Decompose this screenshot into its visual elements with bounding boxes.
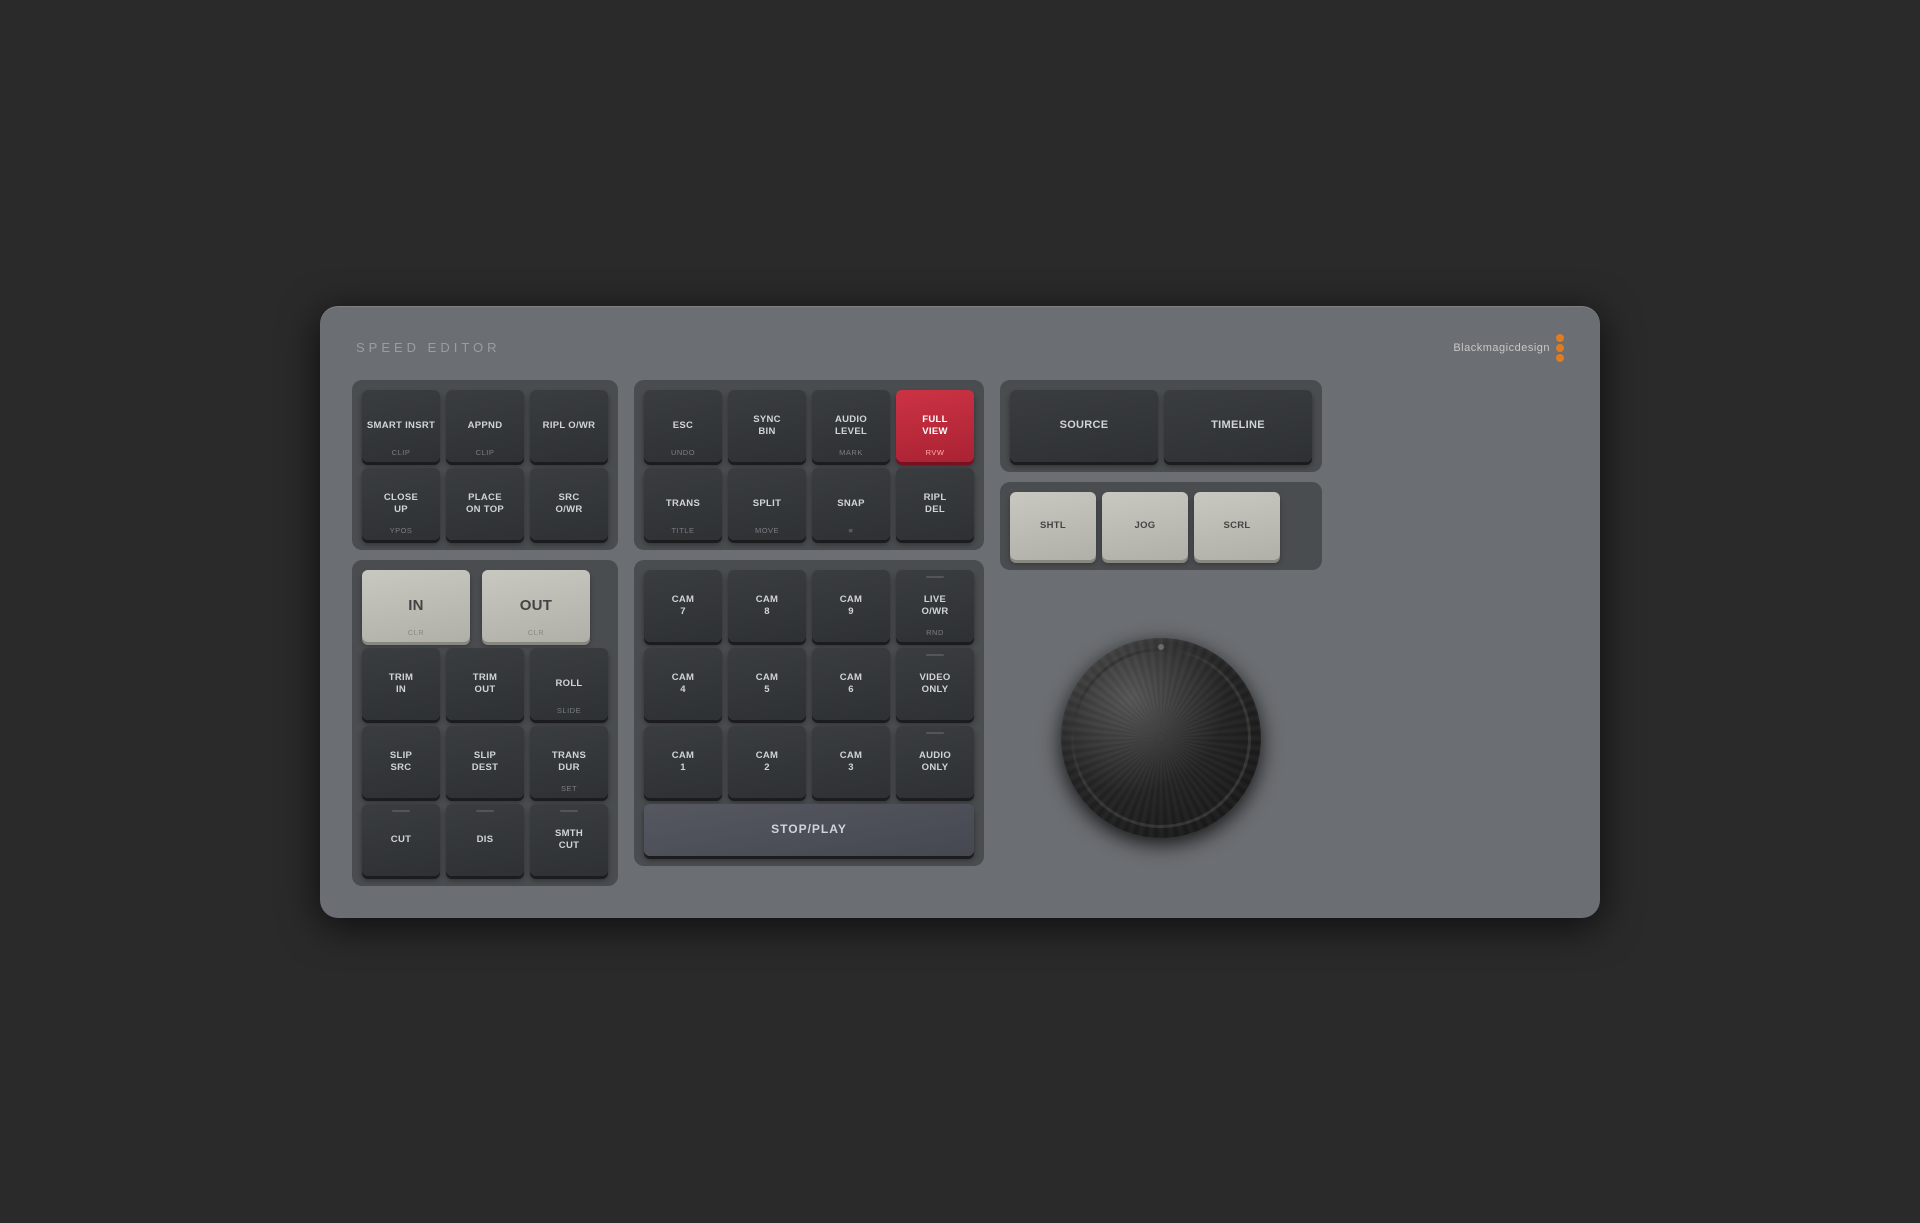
appnd-key[interactable]: APPND CLIP [446, 390, 524, 462]
row-in-out: IN CLR OUT CLR [362, 570, 608, 642]
left-cluster: SMART INSRT CLIP APPND CLIP RIPL O/WR CL… [352, 380, 618, 886]
row-topleft-2: CLOSEUP YPOS PLACEON TOP SRCO/WR [362, 468, 608, 540]
jog-wheel-indicator [1158, 644, 1164, 650]
device-header: SPEED EDITOR Blackmagicdesign [352, 334, 1568, 362]
key-group-topmid: ESC UNDO SYNCBIN AUDIOLEVEL MARK FULLVIE… [634, 380, 984, 550]
row-topmid-2: TRANS TITLE SPLIT MOVE SNAP ≡ RIPLDEL [644, 468, 974, 540]
sync-bin-key[interactable]: SYNCBIN [728, 390, 806, 462]
out-key[interactable]: OUT CLR [482, 570, 590, 642]
ripl-del-key[interactable]: RIPLDEL [896, 468, 974, 540]
row-cam-123: CAM1 CAM2 CAM3 AUDIOONLY [644, 726, 974, 798]
audio-only-key[interactable]: AUDIOONLY [896, 726, 974, 798]
key-group-botmid: CAM7 CAM8 CAM9 LIVEO/WR RND CAM4 [634, 560, 984, 866]
trans-dur-key[interactable]: TRANSDUR SET [530, 726, 608, 798]
main-layout: SMART INSRT CLIP APPND CLIP RIPL O/WR CL… [352, 380, 1568, 886]
jog-key[interactable]: JOG [1102, 492, 1188, 560]
brand-name: Blackmagicdesign [1453, 342, 1550, 354]
timeline-key[interactable]: TIMELINE [1164, 390, 1312, 462]
jog-wheel-container [1000, 590, 1322, 886]
slip-dest-key[interactable]: SLIPDEST [446, 726, 524, 798]
video-only-key[interactable]: VIDEOONLY [896, 648, 974, 720]
row-trim: TRIMIN TRIMOUT ROLL SLIDE [362, 648, 608, 720]
row-cam-456: CAM4 CAM5 CAM6 VIDEOONLY [644, 648, 974, 720]
cut-key[interactable]: CUT [362, 804, 440, 876]
key-group-bottomleft: IN CLR OUT CLR TRIMIN TRIMOUT [352, 560, 618, 886]
scrl-key[interactable]: SCRL [1194, 492, 1280, 560]
row-topmid-1: ESC UNDO SYNCBIN AUDIOLEVEL MARK FULLVIE… [644, 390, 974, 462]
stop-play-key[interactable]: STOP/PLAY [644, 804, 974, 856]
snap-key[interactable]: SNAP ≡ [812, 468, 890, 540]
brand-dot-3 [1556, 354, 1564, 362]
source-key[interactable]: SOURCE [1010, 390, 1158, 462]
live-owr-key[interactable]: LIVEO/WR RND [896, 570, 974, 642]
key-group-jog: SHTL JOG SCRL [1000, 482, 1322, 570]
jog-wheel[interactable] [1061, 638, 1261, 838]
src-owr-key[interactable]: SRCO/WR [530, 468, 608, 540]
right-cluster: SOURCE TIMELINE SHTL JOG [1000, 380, 1322, 886]
row-slip: SLIPSRC SLIPDEST TRANSDUR SET [362, 726, 608, 798]
brand-dot-1 [1556, 334, 1564, 342]
cam7-key[interactable]: CAM7 [644, 570, 722, 642]
trim-in-key[interactable]: TRIMIN [362, 648, 440, 720]
device-title: SPEED EDITOR [356, 340, 501, 355]
row-shtl-jog-scrl: SHTL JOG SCRL [1010, 492, 1312, 560]
ripl-owr-key[interactable]: RIPL O/WR [530, 390, 608, 462]
row-source-timeline: SOURCE TIMELINE [1010, 390, 1312, 462]
trim-out-key[interactable]: TRIMOUT [446, 648, 524, 720]
row-topleft-1: SMART INSRT CLIP APPND CLIP RIPL O/WR [362, 390, 608, 462]
brand-logo: Blackmagicdesign [1453, 334, 1564, 362]
smart-insrt-key[interactable]: SMART INSRT CLIP [362, 390, 440, 462]
cam1-key[interactable]: CAM1 [644, 726, 722, 798]
close-up-key[interactable]: CLOSEUP YPOS [362, 468, 440, 540]
full-view-key[interactable]: FULLVIEW RVW [896, 390, 974, 462]
brand-dots [1556, 334, 1564, 362]
split-key[interactable]: SPLIT MOVE [728, 468, 806, 540]
row-cut: CUT DIS SMTHCUT [362, 804, 608, 876]
row-cam-789: CAM7 CAM8 CAM9 LIVEO/WR RND [644, 570, 974, 642]
dis-key[interactable]: DIS [446, 804, 524, 876]
cam4-key[interactable]: CAM4 [644, 648, 722, 720]
cam8-key[interactable]: CAM8 [728, 570, 806, 642]
middle-cluster: ESC UNDO SYNCBIN AUDIOLEVEL MARK FULLVIE… [634, 380, 984, 886]
trans-key[interactable]: TRANS TITLE [644, 468, 722, 540]
cam5-key[interactable]: CAM5 [728, 648, 806, 720]
esc-key[interactable]: ESC UNDO [644, 390, 722, 462]
brand-dot-2 [1556, 344, 1564, 352]
cam2-key[interactable]: CAM2 [728, 726, 806, 798]
shtl-key[interactable]: SHTL [1010, 492, 1096, 560]
cam9-key[interactable]: CAM9 [812, 570, 890, 642]
speed-editor-device: SPEED EDITOR Blackmagicdesign SMART INSR… [320, 306, 1600, 918]
audio-level-key[interactable]: AUDIOLEVEL MARK [812, 390, 890, 462]
key-group-topright: SOURCE TIMELINE [1000, 380, 1322, 472]
place-on-top-key[interactable]: PLACEON TOP [446, 468, 524, 540]
key-group-topleft: SMART INSRT CLIP APPND CLIP RIPL O/WR CL… [352, 380, 618, 550]
roll-key[interactable]: ROLL SLIDE [530, 648, 608, 720]
cam6-key[interactable]: CAM6 [812, 648, 890, 720]
cam3-key[interactable]: CAM3 [812, 726, 890, 798]
slip-src-key[interactable]: SLIPSRC [362, 726, 440, 798]
in-key[interactable]: IN CLR [362, 570, 470, 642]
smth-cut-key[interactable]: SMTHCUT [530, 804, 608, 876]
